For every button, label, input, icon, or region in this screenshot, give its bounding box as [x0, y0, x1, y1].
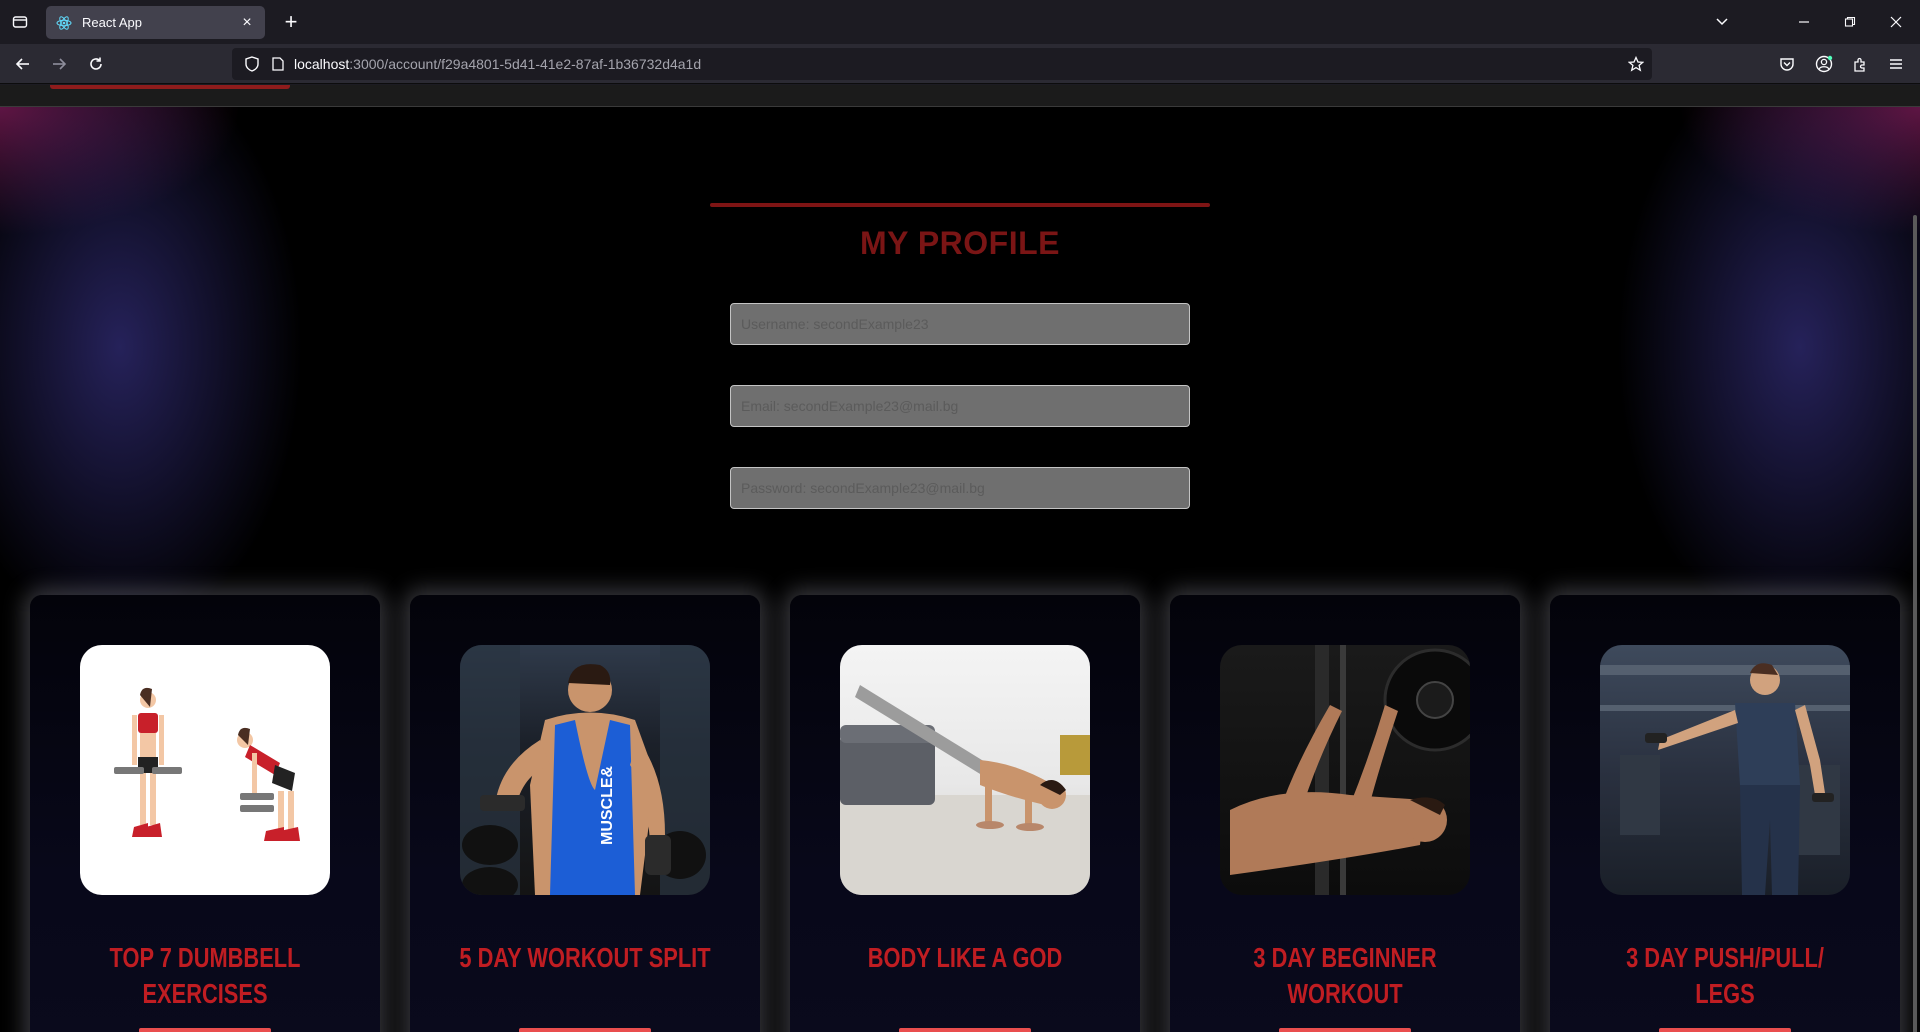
- page-title: MY PROFILE: [860, 225, 1060, 261]
- account-icon[interactable]: [1812, 52, 1836, 76]
- restore-icon[interactable]: [1838, 10, 1862, 34]
- card-title: 3 DAY BEGINNER WORKOUT: [1253, 942, 1437, 1009]
- tab-list-icon[interactable]: [8, 10, 32, 34]
- page-header-strip: [0, 85, 1920, 107]
- header-accent-bar: [50, 85, 290, 89]
- browser-nav-bar: localhost:3000/account/f29a4801-5d41-41e…: [0, 44, 1920, 84]
- close-tab-icon[interactable]: ×: [239, 14, 255, 32]
- workout-card[interactable]: BODY LIKE A GOD: [790, 595, 1140, 1032]
- browser-tab-bar: React App × +: [0, 0, 1920, 44]
- username-field[interactable]: [730, 303, 1190, 345]
- card-read-button[interactable]: [1279, 1028, 1411, 1032]
- close-window-icon[interactable]: [1884, 10, 1908, 34]
- bookmark-star-icon[interactable]: [1626, 54, 1646, 74]
- new-tab-icon[interactable]: +: [279, 10, 303, 34]
- dumbbell-exercise-illustration: [80, 645, 330, 895]
- list-all-tabs-icon[interactable]: [1710, 10, 1734, 34]
- react-logo-icon: [56, 15, 72, 31]
- push-up-photo: [840, 645, 1090, 895]
- lateral-raise-photo: [1600, 645, 1850, 895]
- minimize-icon[interactable]: [1792, 10, 1816, 34]
- page-scrollbar[interactable]: [1908, 107, 1920, 1032]
- profile-divider: [710, 203, 1210, 207]
- pocket-icon[interactable]: [1775, 52, 1799, 76]
- card-title: 3 DAY PUSH/PULL/ LEGS: [1626, 942, 1824, 1009]
- workout-card[interactable]: TOP 7 DUMBBELL EXERCISES: [30, 595, 380, 1032]
- scrollbar-thumb[interactable]: [1913, 215, 1917, 1032]
- forward-arrow-icon[interactable]: [47, 52, 71, 76]
- reload-icon[interactable]: [84, 52, 108, 76]
- card-read-button[interactable]: [519, 1028, 651, 1032]
- browser-tab-active[interactable]: React App ×: [46, 6, 265, 39]
- workout-card[interactable]: 3 DAY PUSH/PULL/ LEGS: [1550, 595, 1900, 1032]
- card-title: 5 DAY WORKOUT SPLIT: [459, 942, 711, 973]
- workout-card[interactable]: 3 DAY BEGINNER WORKOUT: [1170, 595, 1520, 1032]
- bench-press-photo: [1220, 645, 1470, 895]
- url-host: localhost: [294, 56, 350, 72]
- card-read-button[interactable]: [899, 1028, 1031, 1032]
- back-arrow-icon[interactable]: [11, 52, 35, 76]
- bicep-curl-photo: MUSCLE&: [460, 645, 710, 895]
- card-title: TOP 7 DUMBBELL EXERCISES: [109, 942, 301, 1009]
- tracking-protection-shield-icon[interactable]: [242, 54, 262, 74]
- extensions-icon[interactable]: [1848, 52, 1872, 76]
- workout-card[interactable]: MUSCLE& 5 DAY WORKOUT SPLIT: [410, 595, 760, 1032]
- page-info-icon[interactable]: [268, 54, 288, 74]
- svg-text:MUSCLE&: MUSCLE&: [599, 765, 616, 845]
- address-bar[interactable]: localhost:3000/account/f29a4801-5d41-41e…: [232, 48, 1652, 80]
- url-text: localhost:3000/account/f29a4801-5d41-41e…: [294, 56, 701, 72]
- card-read-button[interactable]: [139, 1028, 271, 1032]
- tab-title: React App: [82, 15, 142, 30]
- url-path: :3000/account/f29a4801-5d41-41e2-87af-1b…: [349, 56, 702, 72]
- page-viewport: MY PROFILE Username: secondExample23 Ema…: [0, 85, 1920, 1032]
- menu-icon[interactable]: [1884, 52, 1908, 76]
- card-title: BODY LIKE A GOD: [867, 942, 1063, 973]
- password-field[interactable]: [730, 467, 1190, 509]
- email-field[interactable]: [730, 385, 1190, 427]
- card-read-button[interactable]: [1659, 1028, 1791, 1032]
